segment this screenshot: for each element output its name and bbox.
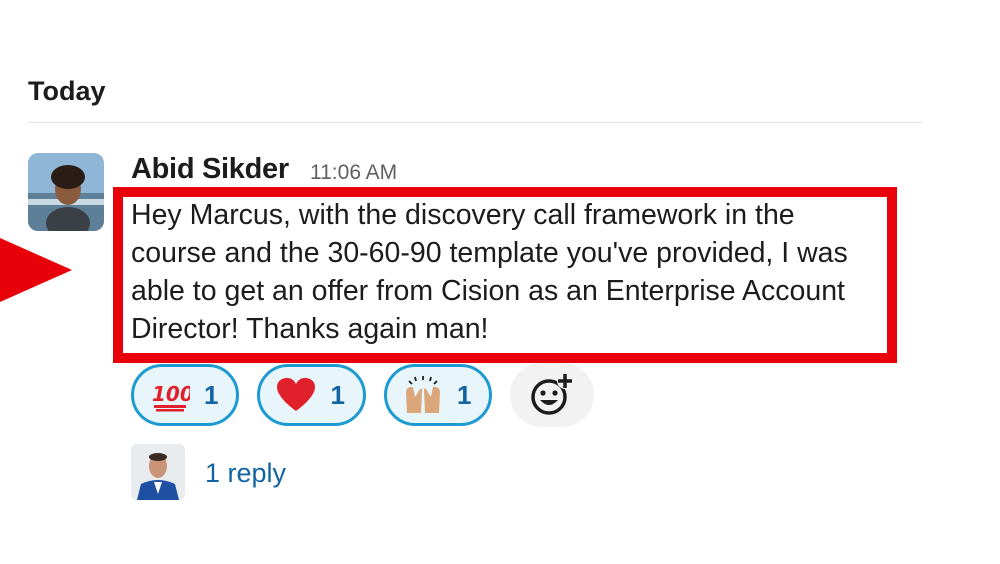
svg-text:100: 100: [152, 382, 190, 406]
thread-replies-link[interactable]: 1 reply: [205, 458, 286, 489]
hundred-points-icon: 100: [150, 375, 190, 415]
avatar[interactable]: [28, 153, 104, 231]
replier-photo-avatar-icon: [131, 444, 185, 500]
day-divider: [28, 122, 922, 123]
reaction-count: 1: [330, 379, 345, 410]
reaction-hundred-points[interactable]: 100 1: [131, 364, 240, 426]
reactions-bar: 100 1 1 1: [131, 363, 595, 427]
reaction-raising-hands[interactable]: 1: [383, 364, 493, 426]
pointer-arrow-icon: [0, 238, 72, 302]
reaction-red-heart[interactable]: 1: [257, 364, 366, 426]
sender-name[interactable]: Abid Sikder: [131, 153, 289, 186]
user-photo-avatar-icon: [28, 153, 104, 231]
raising-hands-icon: [403, 375, 443, 415]
replier-avatar[interactable]: [131, 444, 185, 500]
day-header: Today: [28, 76, 106, 106]
message-timestamp[interactable]: 11:06 AM: [310, 161, 397, 185]
red-heart-icon: [276, 375, 316, 415]
message-text: Hey Marcus, with the discovery call fram…: [131, 199, 848, 345]
reaction-count: 1: [456, 379, 472, 410]
reaction-count: 1: [204, 379, 219, 410]
add-reaction-button[interactable]: [510, 363, 595, 427]
add-reaction-icon: [531, 373, 574, 415]
